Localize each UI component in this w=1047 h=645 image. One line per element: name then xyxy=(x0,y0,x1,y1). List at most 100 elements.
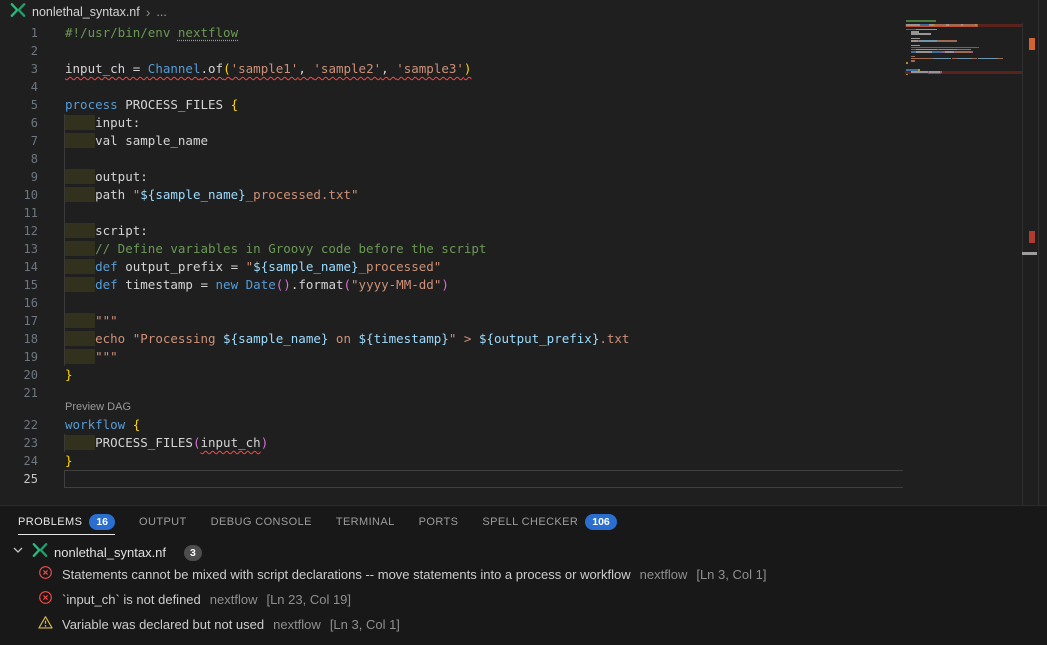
code-line-9[interactable]: output: xyxy=(65,168,148,186)
line-number[interactable]: 2 xyxy=(0,42,38,60)
line-number[interactable]: 14 xyxy=(0,258,38,276)
nextflow-file-icon xyxy=(32,542,48,563)
minimap-line xyxy=(919,40,937,42)
bottom-panel: PROBLEMS 16 OUTPUT DEBUG CONSOLE TERMINAL POR… xyxy=(0,505,1047,645)
minimap-line xyxy=(935,24,947,26)
problem-location: [Ln 3, Col 1] xyxy=(330,617,400,632)
problems-file-group[interactable]: nonlethal_syntax.nf 3 xyxy=(10,542,202,563)
minimap-line xyxy=(998,58,1003,60)
line-number[interactable]: 7 xyxy=(0,132,38,150)
panel-tab-problems[interactable]: PROBLEMS 16 xyxy=(18,507,115,538)
minimap-line xyxy=(906,62,908,64)
line-number[interactable]: 15 xyxy=(0,276,38,294)
minimap-line xyxy=(916,51,932,53)
panel-tab-label: SPELL CHECKER xyxy=(482,516,578,528)
line-number[interactable]: 13 xyxy=(0,240,38,258)
nextflow-file-icon xyxy=(10,2,26,21)
minimap-line xyxy=(920,24,929,26)
problem-message: Variable was declared but not used xyxy=(62,617,264,632)
code-line-24[interactable]: } xyxy=(65,452,73,470)
minimap[interactable] xyxy=(905,18,1022,138)
minimap-line xyxy=(957,58,973,60)
minimap-line xyxy=(945,51,954,53)
problem-row[interactable]: Variable was declared but not usednextfl… xyxy=(38,614,400,634)
line-number[interactable]: 17 xyxy=(0,312,38,330)
panel-tab-label: PORTS xyxy=(419,516,459,528)
line-number[interactable]: 20 xyxy=(0,366,38,384)
minimap-line xyxy=(935,29,937,31)
code-line-23[interactable]: PROCESS_FILES(input_ch) xyxy=(65,434,268,452)
error-icon xyxy=(38,565,53,580)
problems-file-name[interactable]: nonlethal_syntax.nf xyxy=(54,545,166,560)
panel-tab-label: PROBLEMS xyxy=(18,516,82,528)
code-editor[interactable]: nonlethal_syntax.nf › ... 1 #!/usr/bin/en… xyxy=(0,0,1047,505)
minimap-line xyxy=(906,20,926,22)
panel-tab-output[interactable]: OUTPUT xyxy=(139,507,187,538)
code-line-18[interactable]: echo "Processing ${sample_name} on ${tim… xyxy=(65,330,629,348)
minimap-line xyxy=(971,51,973,53)
code-line-15[interactable]: def timestamp = new Date().format("yyyy-… xyxy=(65,276,449,294)
breadcrumb-more[interactable]: ... xyxy=(156,5,166,19)
line-number[interactable]: 23 xyxy=(0,434,38,452)
line-number[interactable]: 4 xyxy=(0,78,38,96)
code-line-6[interactable]: input: xyxy=(65,114,140,132)
panel-tab-label: DEBUG CONSOLE xyxy=(211,516,312,528)
line-number[interactable]: 8 xyxy=(0,150,38,168)
problem-source: nextflow xyxy=(210,592,258,607)
line-number[interactable]: 5 xyxy=(0,96,38,114)
chevron-down-icon[interactable] xyxy=(10,542,26,558)
minimap-line xyxy=(929,71,939,73)
code-line-14[interactable]: def output_prefix = "${sample_name}_proc… xyxy=(65,258,441,276)
breadcrumb-file[interactable]: nonlethal_syntax.nf xyxy=(32,5,140,19)
problem-row[interactable]: `input_ch` is not definednextflow[Ln 23,… xyxy=(38,589,351,609)
breadcrumb[interactable]: nonlethal_syntax.nf › ... xyxy=(0,0,167,23)
chevron-down-icon[interactable] xyxy=(10,542,26,563)
line-number[interactable]: 25 xyxy=(0,470,38,488)
line-number[interactable]: 9 xyxy=(0,168,38,186)
problem-message: `input_ch` is not defined xyxy=(62,592,201,607)
minimap-line xyxy=(911,71,928,73)
error-squiggle: input_ch = Channel.of('sample1', 'sample… xyxy=(65,61,471,76)
ruler-cursor-marker xyxy=(1022,252,1037,255)
code-line-1[interactable]: #!/usr/bin/env nextflow xyxy=(65,24,238,42)
line-number[interactable]: 22 xyxy=(0,416,38,434)
panel-tab-ports[interactable]: PORTS xyxy=(419,507,459,538)
minimap-line xyxy=(937,40,957,42)
line-number[interactable]: 3 xyxy=(0,60,38,78)
line-number[interactable]: 24 xyxy=(0,452,38,470)
minimap-line xyxy=(975,24,977,26)
line-number[interactable]: 19 xyxy=(0,348,38,366)
code-line-5[interactable]: process PROCESS_FILES { xyxy=(65,96,238,114)
code-line-20[interactable]: } xyxy=(65,366,73,384)
warning-icon xyxy=(38,615,53,630)
line-number[interactable]: 6 xyxy=(0,114,38,132)
line-number[interactable]: 1 xyxy=(0,24,38,42)
code-line-12[interactable]: script: xyxy=(65,222,148,240)
line-number[interactable]: 18 xyxy=(0,330,38,348)
line-number[interactable]: 16 xyxy=(0,294,38,312)
minimap-line xyxy=(949,24,961,26)
panel-tab-terminal[interactable]: TERMINAL xyxy=(336,507,395,538)
panel-tab-debug-console[interactable]: DEBUG CONSOLE xyxy=(211,507,312,538)
code-line-22[interactable]: workflow { xyxy=(65,416,140,434)
line-number[interactable]: 10 xyxy=(0,186,38,204)
line-number[interactable]: 21 xyxy=(0,384,38,402)
code-line-19[interactable]: """ xyxy=(65,348,118,366)
code-line-3[interactable]: input_ch = Channel.of('sample1', 'sample… xyxy=(65,60,471,78)
problems-file-count-badge: 3 xyxy=(184,545,202,561)
current-line-highlight xyxy=(64,470,903,488)
panel-tab-spell-checker[interactable]: SPELL CHECKER106 xyxy=(482,507,616,538)
code-line-17[interactable]: """ xyxy=(65,312,118,330)
minimap-line xyxy=(978,58,999,60)
panel-tab-badge: 16 xyxy=(89,514,115,530)
code-line-10[interactable]: path "${sample_name}_processed.txt" xyxy=(65,186,359,204)
code-line-13[interactable]: // Define variables in Groovy code befor… xyxy=(65,240,486,258)
line-number[interactable]: 11 xyxy=(0,204,38,222)
line-number[interactable]: 12 xyxy=(0,222,38,240)
preview-dag-codelens[interactable]: Preview DAG xyxy=(65,400,131,414)
minimap-line xyxy=(940,71,942,73)
ruler-problem-marker xyxy=(1029,231,1035,243)
breadcrumb-separator-icon: › xyxy=(146,4,151,20)
problem-row[interactable]: Statements cannot be mixed with script d… xyxy=(38,564,766,584)
code-line-7[interactable]: val sample_name xyxy=(65,132,208,150)
